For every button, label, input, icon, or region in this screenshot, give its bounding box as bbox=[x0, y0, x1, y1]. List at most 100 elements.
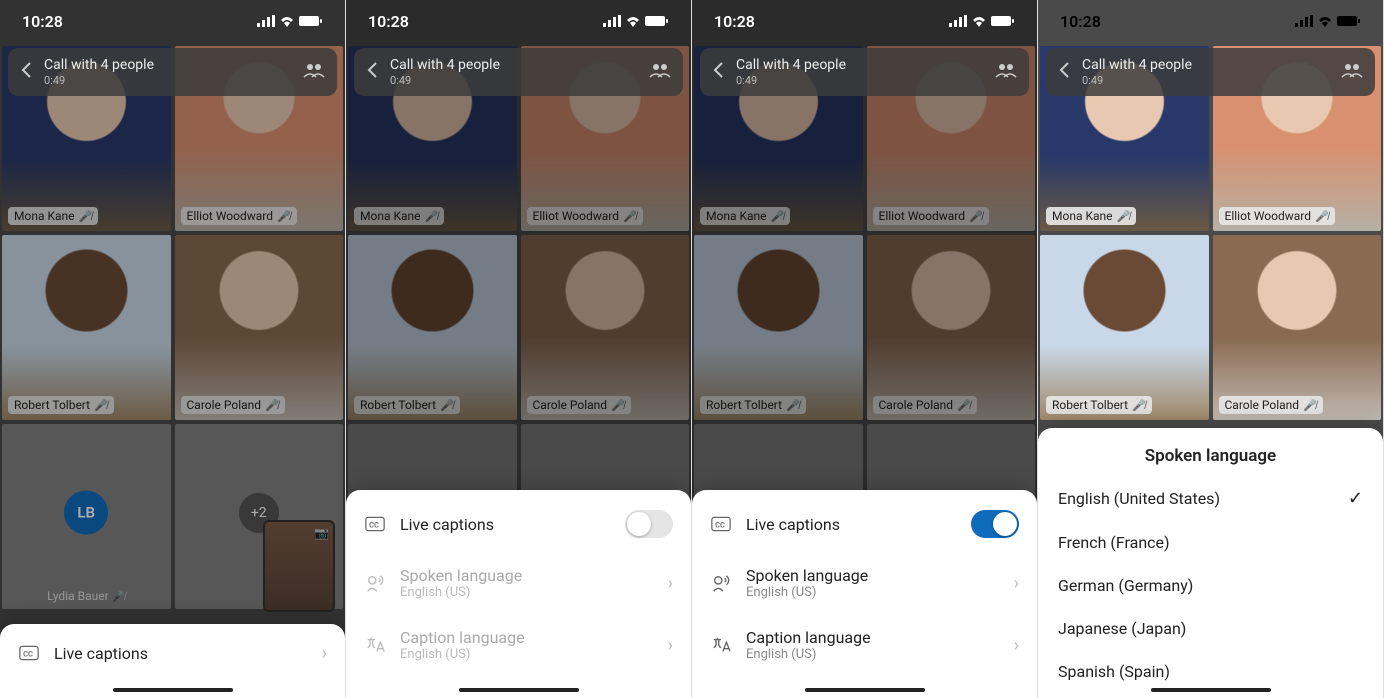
bottom-sheet: CC Live captions › bbox=[0, 624, 345, 698]
call-header: Call with 4 people0:49 bbox=[354, 48, 683, 96]
participants-icon[interactable] bbox=[1341, 62, 1363, 82]
svg-text:CC: CC bbox=[369, 520, 379, 529]
captions-settings-sheet: CC Live captions Spoken languageEnglish … bbox=[692, 490, 1037, 698]
participants-icon[interactable] bbox=[303, 62, 325, 82]
status-bar: 10:28 bbox=[346, 0, 691, 42]
mute-icon: 🎤̸ bbox=[611, 399, 625, 412]
language-option[interactable]: French (France) bbox=[1038, 521, 1383, 564]
mute-icon: 🎤̸ bbox=[94, 399, 108, 412]
captions-toggle[interactable] bbox=[971, 510, 1019, 538]
row-subtitle: English (US) bbox=[400, 647, 654, 662]
call-header: Call with 4 people 0:49 bbox=[8, 48, 337, 96]
row-title: Live captions bbox=[54, 644, 308, 663]
battery-icon bbox=[1337, 12, 1361, 31]
participant-tile[interactable]: Carole Poland🎤̸ bbox=[1213, 235, 1382, 420]
participant-tile[interactable]: LB Lydia Bauer 🎤̸ bbox=[2, 424, 171, 609]
mute-icon: 🎤̸ bbox=[786, 399, 800, 412]
row-title: Caption language bbox=[746, 628, 1000, 647]
back-button[interactable] bbox=[366, 60, 378, 84]
mute-icon: 🎤̸ bbox=[771, 210, 785, 223]
call-header: Call with 4 people0:49 bbox=[700, 48, 1029, 96]
live-captions-toggle-row[interactable]: CC Live captions bbox=[692, 496, 1037, 552]
home-indicator[interactable] bbox=[113, 688, 233, 692]
participant-tile[interactable]: Robert Tolbert🎤̸ bbox=[2, 235, 171, 420]
call-duration: 0:49 bbox=[44, 74, 303, 87]
participant-tile[interactable]: Robert Tolbert🎤̸ bbox=[694, 235, 863, 420]
mute-icon: 🎤̸ bbox=[1132, 399, 1146, 412]
spoken-language-sheet: Spoken language English (United States)✓… bbox=[1038, 428, 1383, 698]
speaking-icon bbox=[710, 572, 732, 594]
back-button[interactable] bbox=[1058, 60, 1070, 84]
status-icons bbox=[949, 12, 1015, 31]
language-label: Spanish (Spain) bbox=[1058, 662, 1170, 681]
home-indicator[interactable] bbox=[1151, 688, 1271, 692]
sheet-title: Spoken language bbox=[1038, 428, 1383, 476]
spoken-language-row[interactable]: Spoken languageEnglish (US) › bbox=[692, 552, 1037, 614]
live-captions-toggle-row[interactable]: CC Live captions bbox=[346, 496, 691, 552]
language-label: Japanese (Japan) bbox=[1058, 619, 1186, 638]
mute-icon: 🎤̸ bbox=[1117, 210, 1131, 223]
language-option[interactable]: Japanese (Japan) bbox=[1038, 607, 1383, 650]
mute-icon: 🎤̸ bbox=[969, 210, 983, 223]
participant-tile[interactable]: Robert Tolbert🎤̸ bbox=[1040, 235, 1209, 420]
participants-icon[interactable] bbox=[995, 62, 1017, 82]
participant-tile[interactable]: Robert Tolbert🎤̸ bbox=[348, 235, 517, 420]
caption-language-row[interactable]: Caption languageEnglish (US) › bbox=[692, 614, 1037, 676]
participants-icon[interactable] bbox=[649, 62, 671, 82]
participant-name: Carole Poland bbox=[187, 398, 262, 412]
status-bar: 10:28 bbox=[1038, 0, 1383, 42]
mute-icon: 🎤̸ bbox=[440, 399, 454, 412]
mute-icon: 🎤̸ bbox=[623, 210, 637, 223]
cc-icon: CC bbox=[18, 642, 40, 664]
call-duration: 0:49 bbox=[1082, 74, 1341, 87]
battery-icon bbox=[299, 12, 323, 31]
status-icons bbox=[257, 12, 323, 31]
participant-tile[interactable]: Carole Poland🎤̸ bbox=[521, 235, 690, 420]
screen-3: 10:28 Call with 4 people0:49 Mona Kane🎤̸… bbox=[692, 0, 1038, 698]
translate-icon bbox=[364, 634, 386, 656]
wifi-icon bbox=[625, 12, 641, 31]
home-indicator[interactable] bbox=[459, 688, 579, 692]
status-icons bbox=[603, 12, 669, 31]
live-captions-row[interactable]: CC Live captions › bbox=[0, 628, 345, 678]
participant-tile[interactable]: Carole Poland🎤̸ bbox=[867, 235, 1036, 420]
caption-language-row: Caption languageEnglish (US) › bbox=[346, 614, 691, 676]
clock: 10:28 bbox=[714, 12, 755, 31]
row-title: Spoken language bbox=[746, 566, 1000, 585]
language-option[interactable]: Spanish (Spain) bbox=[1038, 650, 1383, 693]
captions-toggle[interactable] bbox=[625, 510, 673, 538]
mute-icon: 🎤̸ bbox=[277, 210, 291, 223]
participant-name: Lydia Bauer bbox=[47, 589, 109, 603]
back-button[interactable] bbox=[712, 60, 724, 84]
chevron-right-icon: › bbox=[668, 635, 673, 656]
status-bar: 10:28 bbox=[692, 0, 1037, 42]
participant-tile[interactable]: Carole Poland🎤̸ bbox=[175, 235, 344, 420]
participant-name: Mona Kane bbox=[14, 209, 75, 223]
language-option[interactable]: English (United States)✓ bbox=[1038, 476, 1383, 521]
clock: 10:28 bbox=[22, 12, 63, 31]
row-title: Caption language bbox=[400, 628, 654, 647]
screen-4: 10:28 Call with 4 people0:49 Mona Kane🎤̸… bbox=[1038, 0, 1384, 698]
participant-name: Elliot Woodward bbox=[187, 209, 274, 223]
mute-icon: 🎤̸ bbox=[79, 210, 93, 223]
svg-text:CC: CC bbox=[23, 649, 33, 658]
cc-icon: CC bbox=[364, 513, 386, 535]
language-label: English (United States) bbox=[1058, 489, 1220, 508]
battery-icon bbox=[645, 12, 669, 31]
call-title: Call with 4 people bbox=[1082, 57, 1341, 74]
language-label: French (France) bbox=[1058, 533, 1170, 552]
wifi-icon bbox=[279, 12, 295, 31]
chevron-right-icon: › bbox=[1014, 635, 1019, 656]
row-title: Spoken language bbox=[400, 566, 654, 585]
wifi-icon bbox=[1317, 12, 1333, 31]
mute-icon: 🎤̸ bbox=[425, 210, 439, 223]
home-indicator[interactable] bbox=[805, 688, 925, 692]
signal-icon bbox=[257, 12, 275, 31]
mute-icon: 🎤̸ bbox=[265, 399, 279, 412]
chevron-right-icon: › bbox=[668, 573, 673, 594]
mute-icon: 🎤̸ bbox=[1315, 210, 1329, 223]
self-preview[interactable]: 📷 bbox=[263, 520, 335, 612]
language-option[interactable]: German (Germany) bbox=[1038, 564, 1383, 607]
back-button[interactable] bbox=[20, 60, 32, 84]
chevron-right-icon: › bbox=[322, 643, 327, 664]
